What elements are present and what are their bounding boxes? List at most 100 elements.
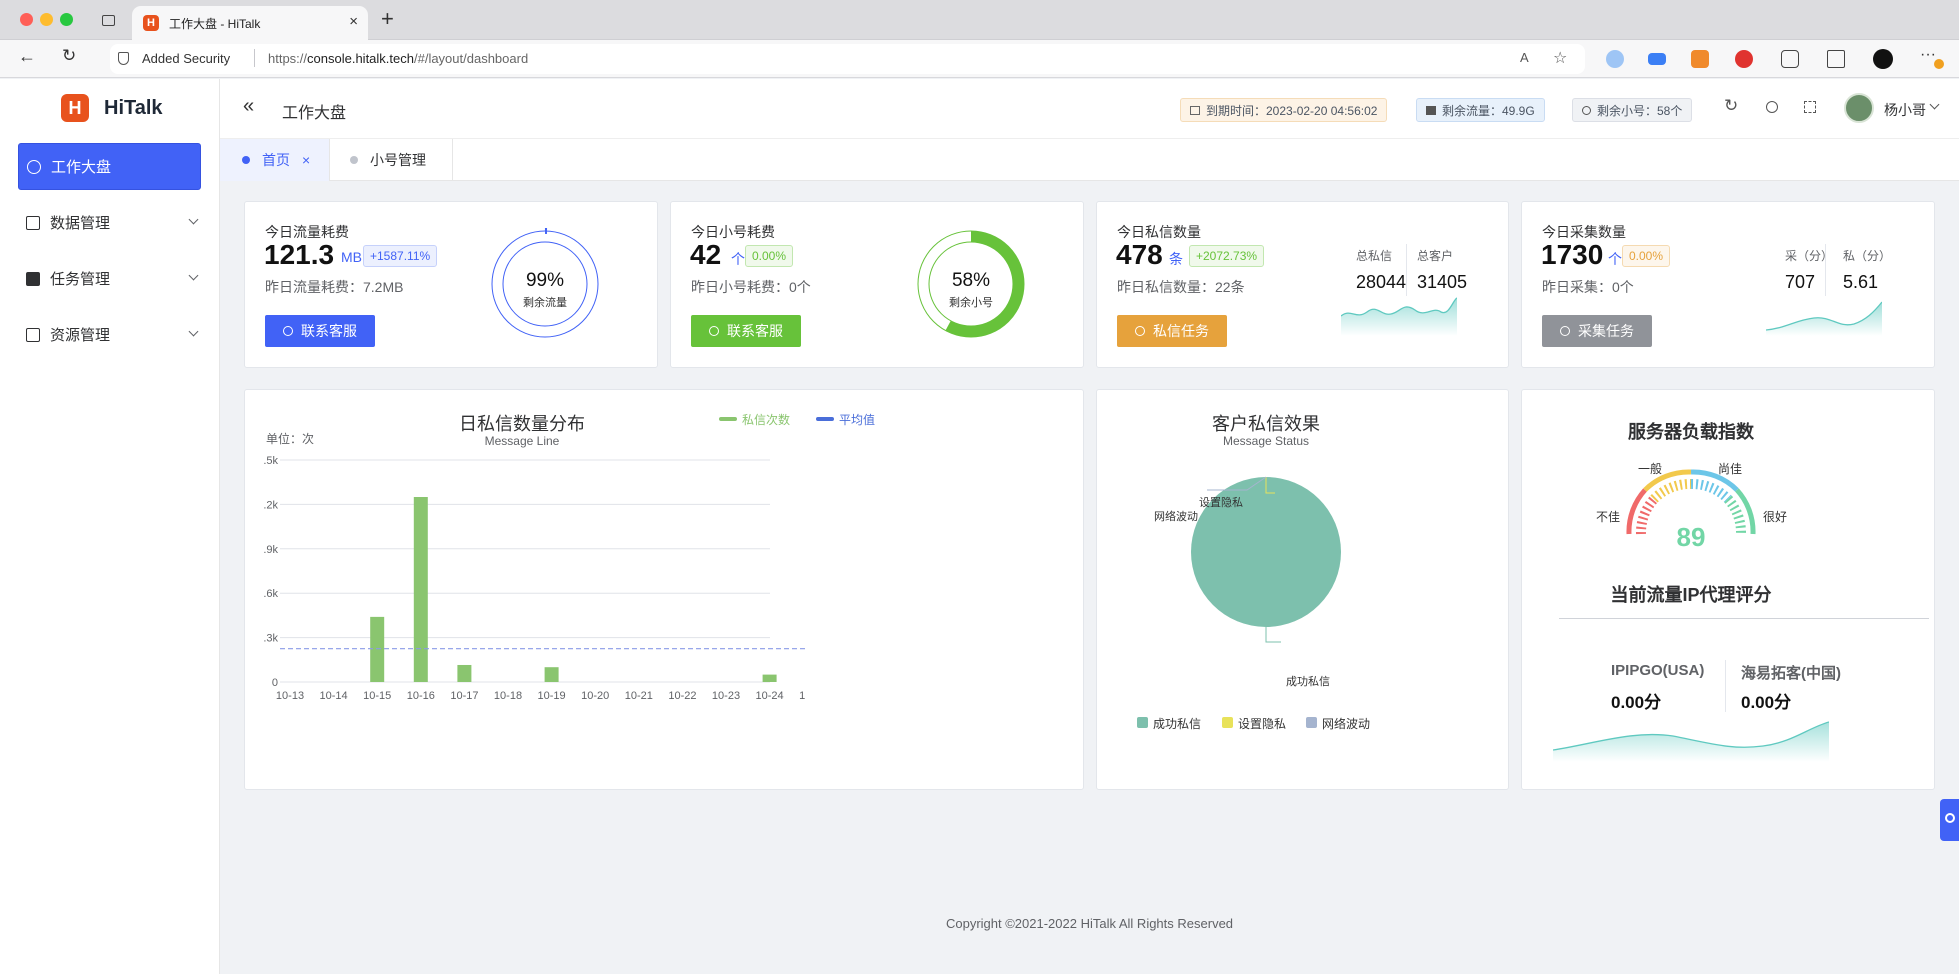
sidebar-item-label: 资源管理: [50, 327, 111, 344]
traffic-icon: [1426, 105, 1436, 115]
x-tick-label: 10-14: [320, 690, 348, 702]
tab-accounts[interactable]: 小号管理: [330, 139, 453, 181]
top-bar: « 工作大盘 到期时间：2023-02-20 04:56:02 剩余流量：49.…: [220, 79, 1959, 139]
sidebar-item-data[interactable]: 数据管理: [18, 199, 201, 246]
message-task-button[interactable]: 私信任务: [1117, 315, 1227, 347]
x-tick-label: 10-15: [363, 690, 391, 702]
sidebar-item-dashboard[interactable]: 工作大盘: [18, 143, 201, 190]
grid-icon: [26, 271, 40, 286]
x-tick-label: 10-22: [668, 690, 696, 702]
chart-title: 日私信数量分布: [459, 414, 585, 434]
read-aloud-icon[interactable]: A: [1520, 50, 1529, 65]
x-tick-label: 10-21: [625, 690, 653, 702]
url-field[interactable]: Added Security https://console.hitalk.te…: [110, 44, 1585, 74]
back-icon[interactable]: ←: [18, 46, 36, 67]
update-badge-icon: [1934, 59, 1944, 69]
chart-subtitle: Message Line: [484, 434, 560, 448]
metamask-fox-icon[interactable]: [1691, 50, 1709, 68]
address-bar: ← ↻ Added Security https://console.hital…: [0, 40, 1959, 78]
avatar[interactable]: [1844, 93, 1874, 123]
total-customers-label: 总客户: [1417, 249, 1454, 263]
tab-home[interactable]: 首页 ×: [220, 139, 330, 181]
kpi-divider: [1825, 244, 1826, 296]
proxy-name-usa: IPIPGO(USA): [1611, 662, 1705, 679]
bar: [457, 664, 472, 682]
pie-title: 客户私信效果: [1212, 414, 1320, 434]
chevron-down-icon: [188, 326, 199, 337]
collapse-sidebar-icon[interactable]: «: [243, 95, 254, 118]
stat-unit: 条: [1169, 251, 1183, 267]
profile-icon[interactable]: [1873, 49, 1893, 69]
user-icon: [709, 326, 719, 336]
favorites-icon[interactable]: [1827, 50, 1845, 68]
extension-window-icon[interactable]: [1648, 53, 1666, 65]
pie-chart: [1191, 476, 1341, 643]
extension-circle-icon[interactable]: [1606, 50, 1624, 68]
legend-swatch-privacy: [1222, 717, 1233, 728]
legend-label-success[interactable]: 成功私信: [1153, 715, 1201, 732]
bar: [370, 616, 385, 682]
gauge-percent: 99%: [525, 270, 565, 291]
total-messages-value: 28044: [1356, 272, 1407, 292]
bar: [762, 674, 777, 682]
sidebar-item-resources[interactable]: 资源管理: [18, 311, 201, 358]
legend-label-privacy[interactable]: 设置隐私: [1238, 715, 1286, 732]
sidebar-item-tasks[interactable]: 任务管理: [18, 255, 201, 302]
legend-series-label[interactable]: 私信次数: [742, 411, 790, 428]
close-tab-icon[interactable]: ×: [302, 152, 310, 168]
security-label[interactable]: Added Security: [142, 51, 230, 66]
yesterday-text: 昨日采集：0个: [1542, 279, 1634, 295]
reload-icon[interactable]: ↻: [62, 46, 76, 66]
legend-label-network[interactable]: 网络波动: [1322, 715, 1370, 732]
level-label-excellent: 很好: [1763, 510, 1788, 524]
collect-score-value: 707: [1785, 272, 1816, 292]
minimize-window-button[interactable]: [40, 13, 53, 26]
gear-icon: [1945, 813, 1955, 823]
extensions-puzzle-icon[interactable]: [1781, 50, 1799, 68]
browser-tab[interactable]: H 工作大盘 - HiTalk ×: [132, 6, 368, 41]
bar-chart-card: 日私信数量分布 Message Line 私信次数 平均值 单位：次 0 .3k.…: [244, 389, 1084, 790]
collect-task-button[interactable]: 采集任务: [1542, 315, 1652, 347]
proxy-sparkline: [1553, 721, 1829, 762]
chevron-down-icon[interactable]: [1929, 99, 1940, 110]
yesterday-text: 昨日流量耗费：7.2MB: [265, 279, 404, 295]
legend-swatch-network: [1306, 717, 1317, 728]
change-badge: 0.00%: [1622, 245, 1671, 267]
pie-label-success: 成功私信: [1286, 676, 1330, 688]
favorite-star-icon[interactable]: ☆: [1553, 48, 1567, 68]
close-window-button[interactable]: [20, 13, 33, 26]
pie-chart-card: 客户私信效果 Message Status 设置隐私 网络波动 成功私信 成功私…: [1096, 389, 1509, 790]
settings-float-button[interactable]: [1940, 799, 1959, 841]
x-tick-label: 10-25: [799, 690, 805, 702]
legend-swatch-success: [1137, 717, 1148, 728]
new-tab-icon[interactable]: +: [381, 6, 394, 32]
user-icon: [1582, 105, 1591, 115]
adblock-icon[interactable]: [1735, 50, 1753, 68]
calendar-icon: [1190, 105, 1200, 115]
zoom-window-button[interactable]: [60, 13, 73, 26]
sidebar-item-label: 数据管理: [50, 215, 111, 232]
brand-name: HiTalk: [104, 97, 163, 119]
yesterday-text: 昨日私信数量：22条: [1117, 279, 1245, 295]
sidebar-toggle-icon[interactable]: [102, 15, 115, 26]
contact-support-button[interactable]: 联系客服: [691, 315, 801, 347]
inactive-dot-icon: [350, 156, 358, 164]
username[interactable]: 杨小哥: [1884, 100, 1926, 120]
x-tick-label: 10-16: [407, 690, 435, 702]
refresh-icon[interactable]: ↻: [1724, 96, 1738, 116]
contact-support-button[interactable]: 联系客服: [265, 315, 375, 347]
hitalk-favicon-icon: H: [143, 15, 159, 31]
chevron-down-icon: [188, 214, 199, 225]
legend-avg-label[interactable]: 平均值: [839, 411, 875, 428]
close-tab-icon[interactable]: ×: [349, 13, 358, 30]
legend-avg-swatch: [816, 417, 834, 421]
proxy-score-title: 当前流量IP代理评分: [1610, 585, 1772, 605]
messages-sparkline: [1341, 297, 1457, 336]
collect-sparkline: [1766, 301, 1882, 336]
search-icon[interactable]: [1766, 101, 1778, 113]
browser-tab-title: 工作大盘 - HiTalk: [169, 17, 261, 31]
x-tick-label: 10-17: [450, 690, 478, 702]
pie-subtitle: Message Status: [1222, 434, 1310, 448]
fullscreen-icon[interactable]: [1804, 101, 1816, 113]
x-tick-label: 10-18: [494, 690, 522, 702]
